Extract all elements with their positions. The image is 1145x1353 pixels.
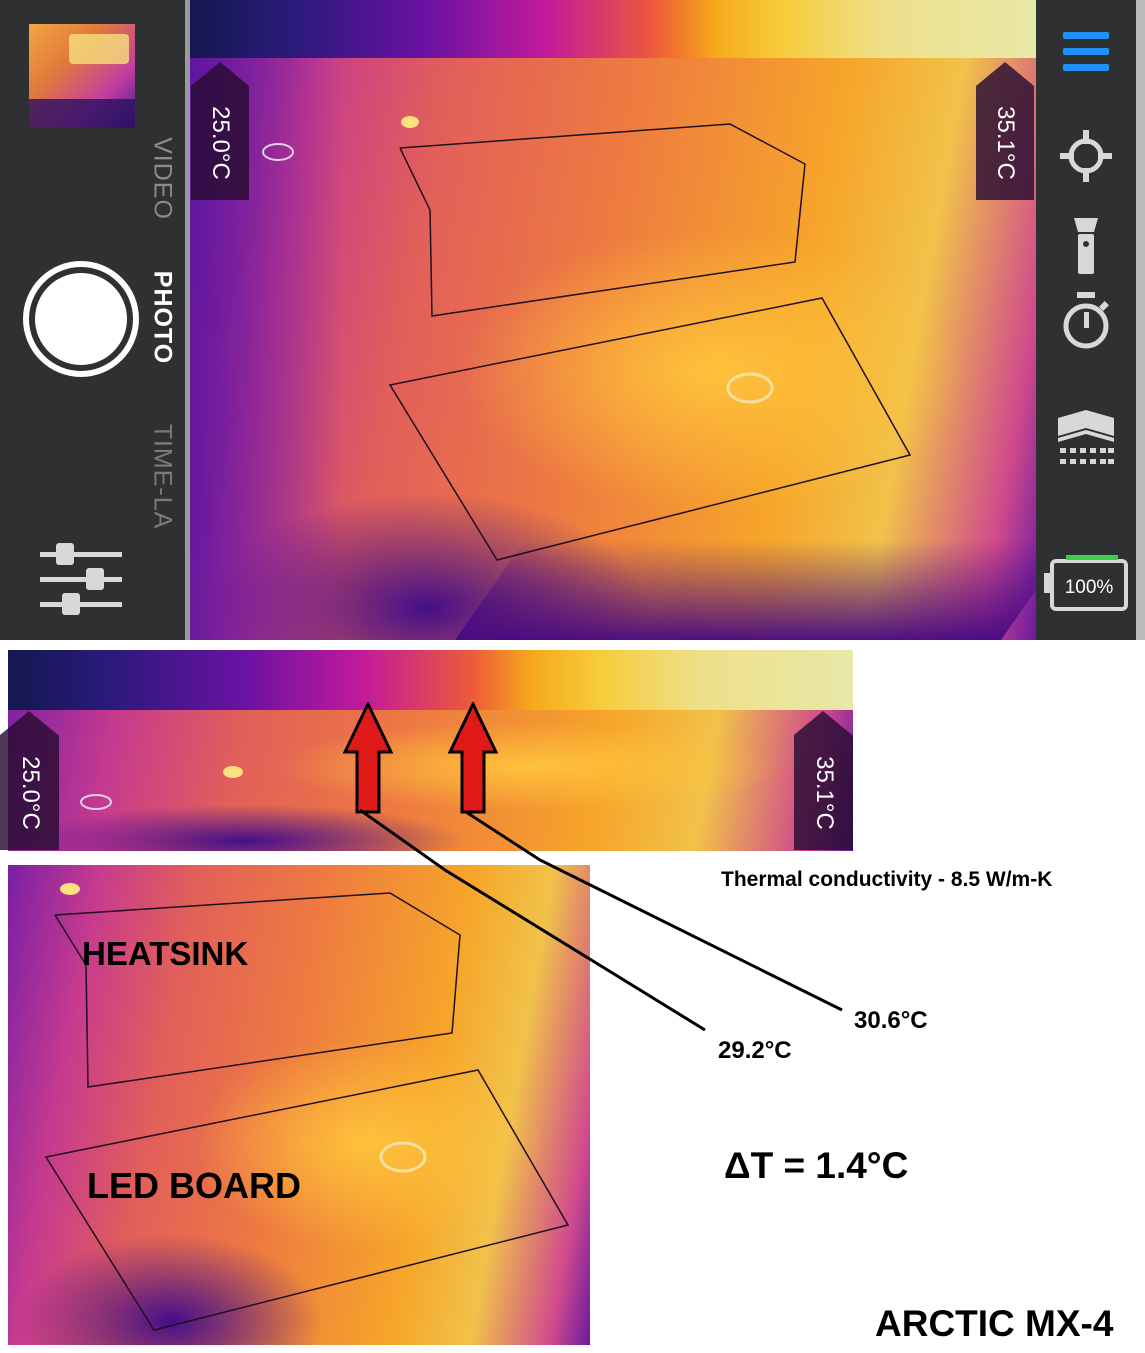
sliders-icon[interactable] [40, 540, 122, 616]
cropped-scale-strip [8, 650, 853, 851]
product-label: ARCTIC MX-4 [875, 1303, 1114, 1344]
color-scale-bar [190, 0, 1036, 58]
layers-icon[interactable] [1058, 410, 1114, 466]
thermal-conductivity-label: Thermal conductivity - 8.5 W/m-K [721, 868, 1053, 891]
flashlight-icon[interactable] [1072, 218, 1100, 276]
shutter-button-inner [35, 273, 127, 365]
thermal-viewfinder[interactable]: 25.0°C 35.1°C [190, 0, 1036, 640]
min-temp-indicator: 25.0°C [191, 62, 249, 200]
timer-icon[interactable] [1060, 292, 1112, 350]
red-arrow-low [343, 702, 393, 814]
gallery-thumbnail[interactable] [29, 24, 135, 128]
min-temp-indicator-crop: 25.0°C [0, 711, 59, 850]
red-arrow-high [448, 702, 498, 814]
led-board-label: LED BOARD [87, 1165, 301, 1206]
heatsink-label: HEATSINK [82, 935, 249, 972]
delta-t-label: ΔT = 1.4°C [724, 1145, 909, 1186]
temp-low-label: 29.2°C [718, 1037, 792, 1064]
battery-level: 100% [1064, 577, 1114, 598]
menu-icon[interactable] [1063, 32, 1109, 72]
temp-high-label: 30.6°C [854, 1007, 928, 1034]
crosshair-icon[interactable] [1060, 130, 1112, 182]
right-edge [1136, 0, 1145, 640]
capture-mode-selector: VIDEO PHOTO TIME-LA [140, 40, 185, 580]
mode-timelapse[interactable]: TIME-LA [148, 352, 177, 581]
max-temp-indicator-crop: 35.1°C [794, 711, 853, 850]
max-temp-indicator: 35.1°C [976, 62, 1034, 200]
